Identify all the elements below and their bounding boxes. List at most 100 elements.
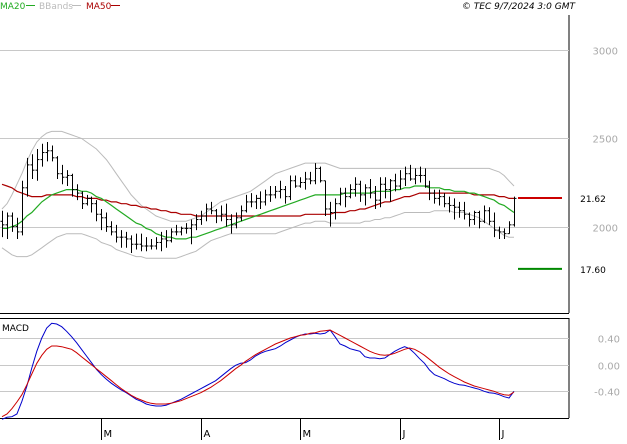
price-bar — [99, 208, 104, 231]
price-bar — [144, 237, 149, 252]
price-bar — [502, 228, 507, 239]
macd-line — [1, 322, 515, 420]
main-y-tick-label: 2500 — [593, 135, 618, 146]
price-bar — [85, 194, 90, 206]
price-bar — [298, 177, 303, 188]
price-bar — [65, 170, 70, 187]
price-bar — [293, 175, 298, 188]
y-axis-ticks: 3000 2500 2000 0.40 0.00 -0.40 — [593, 47, 620, 399]
price-bar — [164, 230, 169, 248]
price-bar — [363, 184, 368, 206]
price-bar — [383, 177, 388, 199]
price-bar — [60, 164, 65, 185]
price-bar — [353, 177, 358, 197]
price-bar — [45, 141, 50, 162]
copyright-text: © TEC 9/7/2024 3:0 GMT — [462, 2, 577, 12]
price-bar — [452, 198, 457, 220]
price-bar — [358, 180, 363, 202]
price-bar — [0, 210, 5, 238]
price-bar — [472, 210, 477, 225]
price-bar — [323, 180, 328, 217]
price-bar — [5, 212, 10, 239]
price-bar — [318, 166, 323, 183]
price-bar — [119, 230, 124, 248]
price-bar — [124, 231, 129, 248]
x-axis-ticks: MAMJJ — [101, 418, 505, 440]
price-bar — [308, 171, 313, 185]
x-tick-label: M — [303, 429, 312, 440]
price-bar — [234, 212, 239, 229]
macd-lines — [1, 322, 515, 420]
price-bar — [423, 168, 428, 188]
ma20-line — [2, 185, 515, 240]
price-bar — [184, 223, 189, 234]
price-bar — [55, 156, 60, 179]
price-bar — [154, 237, 159, 250]
price-bar — [442, 193, 447, 208]
price-bar — [268, 186, 273, 202]
x-tick-label: J — [402, 429, 406, 440]
price-bar — [134, 233, 139, 250]
x-tick-label: J — [501, 429, 505, 440]
moving-averages — [1, 183, 515, 240]
price-bar — [343, 187, 348, 208]
price-bar — [487, 207, 492, 225]
price-bar — [258, 191, 263, 209]
price-levels: 21.62 17.60 — [518, 195, 606, 276]
x-tick-label: A — [204, 429, 211, 440]
price-bar — [403, 166, 408, 187]
chart-canvas: 21.62 17.60 3000 2500 2000 0.40 0.00 -0.40 M A M… — [0, 2, 620, 440]
price-bar — [437, 189, 442, 206]
main-y-tick-label: 3000 — [593, 47, 618, 58]
price-bar — [432, 189, 437, 204]
legend-ma50-label: MA50 — [86, 2, 112, 12]
price-bar — [492, 212, 497, 238]
price-bar — [169, 228, 174, 243]
price-bar — [50, 145, 55, 162]
price-bar — [447, 196, 452, 213]
price-bar — [263, 189, 268, 206]
price-bar — [35, 149, 40, 181]
price-bar — [224, 203, 229, 227]
price-bar — [418, 166, 423, 183]
bollinger-bands — [1, 130, 515, 259]
price-bar — [15, 217, 20, 239]
price-bar — [209, 201, 214, 215]
macd-y-tick-label: 0.40 — [598, 335, 620, 346]
price-bars — [0, 141, 517, 254]
price-bar — [254, 194, 259, 209]
price-bar — [149, 238, 154, 250]
price-bar — [189, 219, 194, 245]
price-bar — [348, 184, 353, 199]
price-bar — [457, 201, 462, 218]
price-bar — [244, 194, 249, 213]
price-level-label: 17.60 — [580, 266, 606, 276]
price-bar — [80, 191, 85, 209]
price-bar — [139, 233, 144, 252]
price-bar — [288, 175, 293, 201]
price-bar — [219, 205, 224, 222]
price-bar — [94, 200, 99, 222]
price-bar — [273, 186, 278, 199]
price-bar — [249, 193, 254, 208]
price-bar — [427, 180, 432, 201]
bband-lower-line — [1, 210, 514, 259]
price-bar — [393, 173, 398, 192]
price-bar — [413, 168, 418, 185]
price-bar — [462, 201, 467, 220]
ma50-line — [1, 183, 514, 217]
x-tick-label: M — [104, 429, 113, 440]
price-bar — [278, 180, 283, 199]
price-bar — [239, 205, 244, 222]
price-bar — [338, 187, 343, 206]
legend-bbands-label: BBands — [39, 2, 73, 12]
signal-line — [1, 329, 515, 418]
price-bar — [408, 164, 413, 181]
price-bar — [104, 212, 109, 232]
price-bar — [303, 171, 308, 190]
bband-upper-line — [1, 130, 515, 222]
price-bar — [174, 224, 179, 236]
price-bar — [40, 143, 45, 167]
legend: MA20 BBands MA50 — [0, 2, 120, 12]
price-bar — [109, 221, 114, 236]
